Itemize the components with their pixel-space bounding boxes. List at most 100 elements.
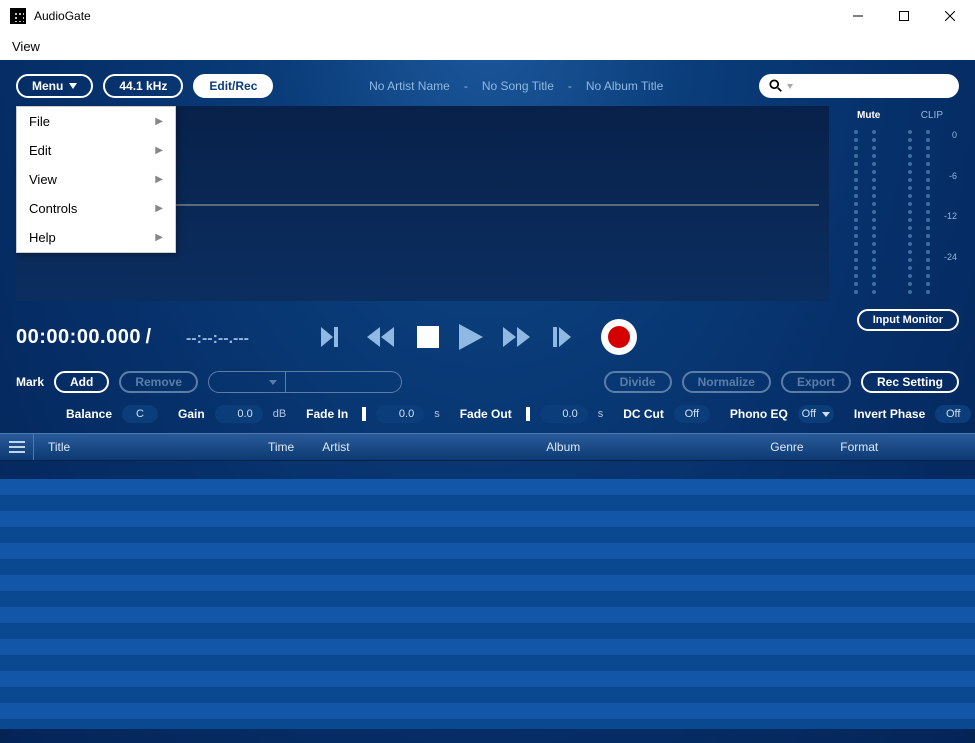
fadeout-value[interactable]: 0.0 — [540, 405, 588, 423]
mark-remove-button[interactable]: Remove — [119, 371, 198, 393]
meta-artist: No Artist Name — [369, 79, 450, 93]
time-total: --:--:--.--- — [186, 330, 249, 347]
divide-button[interactable]: Divide — [604, 371, 672, 393]
top-row: Menu 44.1 kHz Edit/Rec No Artist Name - … — [0, 60, 975, 106]
time-slash: / — [145, 326, 151, 348]
submenu-arrow-icon: ▶ — [155, 116, 163, 127]
submenu-arrow-icon: ▶ — [155, 203, 163, 214]
phono-value[interactable]: Off — [798, 405, 834, 423]
sample-rate-label: 44.1 kHz — [119, 79, 167, 93]
export-button[interactable]: Export — [781, 371, 851, 393]
skip-end-button[interactable] — [553, 325, 581, 349]
window-title: AudioGate — [34, 9, 91, 23]
balance-value[interactable]: C — [122, 405, 158, 423]
invert-value[interactable]: Off — [935, 405, 971, 423]
submenu-arrow-icon: ▶ — [155, 174, 163, 185]
search-icon — [769, 79, 783, 93]
track-meta: No Artist Name - No Song Title - No Albu… — [283, 79, 749, 93]
gain-value[interactable]: 0.0 — [215, 405, 263, 423]
meta-song: No Song Title — [482, 79, 554, 93]
dccut-label: DC Cut — [623, 407, 664, 421]
menu-item-label: Edit — [29, 143, 51, 158]
titlebar: AudioGate — [0, 0, 975, 32]
app-body: Menu 44.1 kHz Edit/Rec No Artist Name - … — [0, 60, 975, 743]
dccut-value[interactable]: Off — [674, 405, 710, 423]
mark-row: Mark Add Remove Divide Normalize Export … — [0, 365, 975, 399]
menubar-view[interactable]: View — [4, 35, 48, 58]
skip-start-button[interactable] — [319, 325, 347, 349]
fadein-value[interactable]: 0.0 — [376, 405, 424, 423]
playlist-header: Title Time Artist Album Genre Format — [0, 433, 975, 461]
rec-setting-button[interactable]: Rec Setting — [861, 371, 959, 393]
mark-label: Mark — [16, 375, 44, 389]
menu-item-label: Help — [29, 230, 56, 245]
play-button[interactable] — [459, 324, 483, 350]
input-monitor-label: Input Monitor — [873, 314, 943, 326]
minimize-button[interactable] — [835, 0, 881, 32]
record-icon — [608, 326, 630, 348]
time-display: 00:00:00.000 / --:--:--.--- — [16, 326, 249, 349]
maximize-button[interactable] — [881, 0, 927, 32]
playlist-body[interactable] — [0, 479, 975, 729]
mark-add-button[interactable]: Add — [54, 371, 109, 393]
col-time[interactable]: Time — [254, 440, 308, 454]
mark-select[interactable] — [208, 371, 286, 393]
submenu-arrow-icon: ▶ — [155, 145, 163, 156]
playlist-menu-button[interactable] — [0, 434, 34, 460]
edit-rec-button[interactable]: Edit/Rec — [193, 74, 273, 98]
level-meters: Mute CLIP 0 -6 -12 -24 — [849, 106, 959, 301]
meter-right-2 — [921, 130, 935, 301]
menu-item-controls[interactable]: Controls▶ — [17, 194, 175, 223]
record-button[interactable] — [601, 319, 637, 355]
gain-unit: dB — [273, 408, 286, 420]
submenu-arrow-icon: ▶ — [155, 232, 163, 243]
menu-item-help[interactable]: Help ▶ — [17, 223, 175, 252]
col-album[interactable]: Album — [532, 440, 756, 454]
close-button[interactable] — [927, 0, 973, 32]
fadein-label: Fade In — [306, 407, 348, 421]
stop-button[interactable] — [417, 326, 439, 348]
gain-label: Gain — [178, 407, 205, 421]
fadeout-checkbox[interactable] — [526, 407, 530, 421]
fadein-unit: s — [434, 408, 440, 420]
menu-item-file[interactable]: File▶ — [17, 107, 175, 136]
balance-label: Balance — [66, 407, 112, 421]
fadeout-label: Fade Out — [460, 407, 512, 421]
sample-rate-button[interactable]: 44.1 kHz — [103, 74, 183, 98]
clip-label: CLIP — [921, 110, 943, 121]
col-genre[interactable]: Genre — [756, 440, 826, 454]
rewind-button[interactable] — [367, 325, 397, 349]
invert-label: Invert Phase — [854, 407, 925, 421]
menu-item-view[interactable]: View ▶ — [17, 165, 175, 194]
chevron-down-icon — [787, 84, 793, 89]
chevron-down-icon — [269, 380, 277, 385]
chevron-down-icon — [69, 83, 77, 89]
normalize-button[interactable]: Normalize — [682, 371, 771, 393]
menu-button[interactable]: Menu — [16, 74, 93, 98]
col-artist[interactable]: Artist — [308, 440, 532, 454]
fadeout-unit: s — [598, 408, 604, 420]
meter-right — [867, 130, 881, 301]
chevron-down-icon — [822, 412, 830, 417]
meta-sep: - — [464, 79, 468, 93]
meter-left-2 — [903, 130, 917, 301]
col-title[interactable]: Title — [34, 440, 254, 454]
phono-label: Phono EQ — [730, 407, 788, 421]
time-current: 00:00:00.000 — [16, 326, 141, 348]
fadein-checkbox[interactable] — [362, 407, 366, 421]
meta-album: No Album Title — [586, 79, 663, 93]
fast-forward-button[interactable] — [503, 325, 533, 349]
menu-button-label: Menu — [32, 79, 63, 93]
col-format[interactable]: Format — [826, 440, 906, 454]
mute-label[interactable]: Mute — [857, 110, 880, 121]
meta-sep2: - — [568, 79, 572, 93]
menubar: View — [0, 32, 975, 60]
menu-item-edit[interactable]: Edit ▶ — [17, 136, 175, 165]
edit-rec-label: Edit/Rec — [209, 79, 257, 93]
params-row: Balance C Gain 0.0 dB Fade In 0.0 s Fade… — [0, 399, 975, 433]
mark-name-field[interactable] — [286, 371, 402, 393]
search-input[interactable] — [759, 74, 959, 98]
transport-controls — [319, 319, 637, 355]
menu-item-label: View — [29, 172, 57, 187]
input-monitor-button[interactable]: Input Monitor — [857, 309, 959, 331]
